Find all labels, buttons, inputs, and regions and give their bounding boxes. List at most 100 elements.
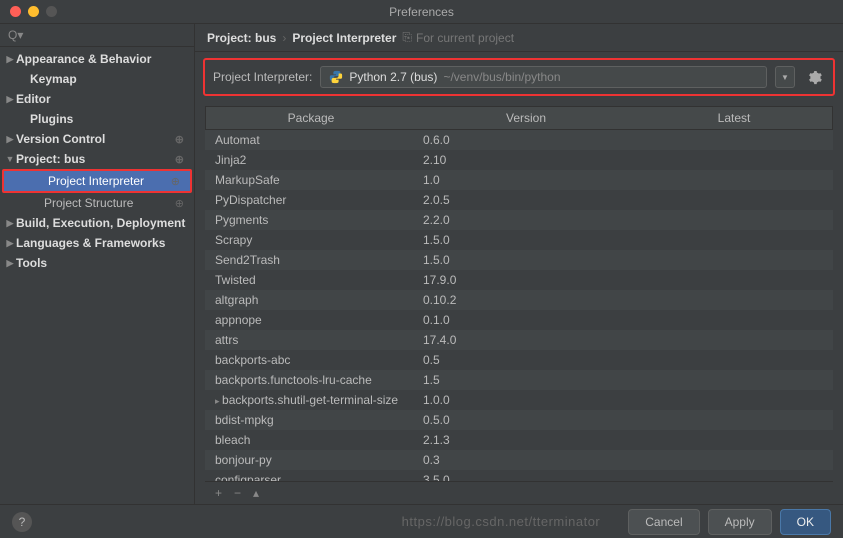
sidebar-item[interactable]: ▼Project: bus⊕ (0, 149, 194, 169)
cell-version: 1.5.0 (415, 231, 635, 249)
copy-icon: ⎘ (402, 30, 412, 45)
sidebar-item[interactable]: Project Interpreter⊕ (4, 171, 190, 191)
cancel-button[interactable]: Cancel (628, 509, 699, 535)
table-row[interactable]: Pygments2.2.0 (205, 210, 833, 230)
sidebar-item-label: Build, Execution, Deployment (16, 216, 185, 230)
sidebar-item[interactable]: ▶Appearance & Behavior (0, 49, 194, 69)
sidebar-item[interactable]: Keymap (0, 69, 194, 89)
sidebar-item-label: Project Structure (44, 196, 133, 210)
cell-latest (635, 291, 833, 309)
add-package-button[interactable]: + (215, 486, 222, 500)
packages-table: Package Version Latest Automat0.6.0Jinja… (205, 106, 833, 504)
cell-latest (635, 231, 833, 249)
table-row[interactable]: Send2Trash1.5.0 (205, 250, 833, 270)
sidebar-item-label: Keymap (30, 72, 77, 86)
table-row[interactable]: appnope0.1.0 (205, 310, 833, 330)
table-row[interactable]: MarkupSafe1.0 (205, 170, 833, 190)
cell-version: 0.5.0 (415, 411, 635, 429)
cell-latest (635, 171, 833, 189)
table-row[interactable]: configparser3.5.0 (205, 470, 833, 481)
table-row[interactable]: backports.shutil-get-terminal-size1.0.0 (205, 390, 833, 410)
table-row[interactable]: backports-abc0.5 (205, 350, 833, 370)
sidebar-item[interactable]: ▶Version Control ⊕ (0, 129, 194, 149)
table-row[interactable]: Automat0.6.0 (205, 130, 833, 150)
minimize-window-button[interactable] (28, 6, 39, 17)
table-row[interactable]: Twisted17.9.0 (205, 270, 833, 290)
table-row[interactable]: bleach2.1.3 (205, 430, 833, 450)
sidebar-item[interactable]: Plugins (0, 109, 194, 129)
cell-package: PyDispatcher (205, 191, 415, 209)
table-row[interactable]: PyDispatcher2.0.5 (205, 190, 833, 210)
traffic-lights (0, 6, 57, 17)
remove-package-button[interactable]: − (234, 486, 241, 500)
table-row[interactable]: attrs17.4.0 (205, 330, 833, 350)
header-version[interactable]: Version (416, 107, 636, 129)
ok-button[interactable]: OK (780, 509, 831, 535)
interpreter-name: Python 2.7 (bus) (349, 70, 437, 84)
cell-version: 0.3 (415, 451, 635, 469)
table-body[interactable]: Automat0.6.0Jinja22.10MarkupSafe1.0PyDis… (205, 130, 833, 481)
cell-package: Scrapy (205, 231, 415, 249)
header-latest[interactable]: Latest (636, 107, 832, 129)
maximize-window-button[interactable] (46, 6, 57, 17)
breadcrumb-project: Project: bus (207, 31, 276, 45)
close-window-button[interactable] (10, 6, 21, 17)
cell-latest (635, 371, 833, 389)
table-row[interactable]: Scrapy1.5.0 (205, 230, 833, 250)
interpreter-select[interactable]: Python 2.7 (bus) ~/venv/bus/bin/python (320, 66, 767, 88)
table-row[interactable]: backports.functools-lru-cache1.5 (205, 370, 833, 390)
interpreter-dropdown-button[interactable]: ▼ (775, 66, 795, 88)
cell-package: Jinja2 (205, 151, 415, 169)
cell-package: backports-abc (205, 351, 415, 369)
header-package[interactable]: Package (206, 107, 416, 129)
cell-package: Send2Trash (205, 251, 415, 269)
scope-badge-icon: ⊕ (175, 197, 184, 210)
table-row[interactable]: Jinja22.10 (205, 150, 833, 170)
search-input[interactable] (27, 28, 186, 42)
cell-package: Twisted (205, 271, 415, 289)
interpreter-label: Project Interpreter: (213, 70, 312, 84)
cell-version: 1.0.0 (415, 391, 635, 409)
table-row[interactable]: bdist-mpkg0.5.0 (205, 410, 833, 430)
sidebar-item[interactable]: ▶Build, Execution, Deployment (0, 213, 194, 233)
cell-version: 0.5 (415, 351, 635, 369)
sidebar-item[interactable]: Project Structure ⊕ (0, 193, 194, 213)
table-header: Package Version Latest (205, 106, 833, 130)
sidebar-item[interactable]: ▶Tools (0, 253, 194, 273)
cell-package: Pygments (205, 211, 415, 229)
apply-button[interactable]: Apply (708, 509, 772, 535)
cell-latest (635, 331, 833, 349)
interpreter-settings-button[interactable] (803, 66, 825, 88)
interpreter-path: ~/venv/bus/bin/python (443, 70, 560, 84)
cell-latest (635, 431, 833, 449)
cell-package: configparser (205, 471, 415, 481)
cell-version: 1.5 (415, 371, 635, 389)
cell-latest (635, 411, 833, 429)
sidebar-item-label: Version Control (16, 132, 105, 146)
cell-version: 17.9.0 (415, 271, 635, 289)
gear-icon (807, 70, 822, 85)
sidebar-item-label: Languages & Frameworks (16, 236, 165, 250)
cell-latest (635, 471, 833, 481)
cell-version: 0.1.0 (415, 311, 635, 329)
upgrade-package-button[interactable]: ▴ (253, 486, 259, 500)
cell-version: 3.5.0 (415, 471, 635, 481)
titlebar: Preferences (0, 0, 843, 24)
cell-version: 0.10.2 (415, 291, 635, 309)
tree-arrow-icon: ▶ (4, 134, 16, 145)
table-row[interactable]: bonjour-py0.3 (205, 450, 833, 470)
cell-version: 1.0 (415, 171, 635, 189)
sidebar-item[interactable]: ▶Languages & Frameworks (0, 233, 194, 253)
sidebar-item-label: Tools (16, 256, 47, 270)
tree-arrow-icon: ▶ (4, 94, 16, 105)
cell-package: bdist-mpkg (205, 411, 415, 429)
scope-badge-icon: ⊕ (175, 133, 184, 146)
cell-package: appnope (205, 311, 415, 329)
help-button[interactable]: ? (12, 512, 32, 532)
sidebar-item-label: Project Interpreter (48, 174, 144, 188)
bottom-bar: ? https://blog.csdn.net/tterminator Canc… (0, 504, 843, 538)
sidebar-item[interactable]: ▶Editor (0, 89, 194, 109)
sidebar-item-label: Appearance & Behavior (16, 52, 151, 66)
table-row[interactable]: altgraph0.10.2 (205, 290, 833, 310)
cell-version: 17.4.0 (415, 331, 635, 349)
